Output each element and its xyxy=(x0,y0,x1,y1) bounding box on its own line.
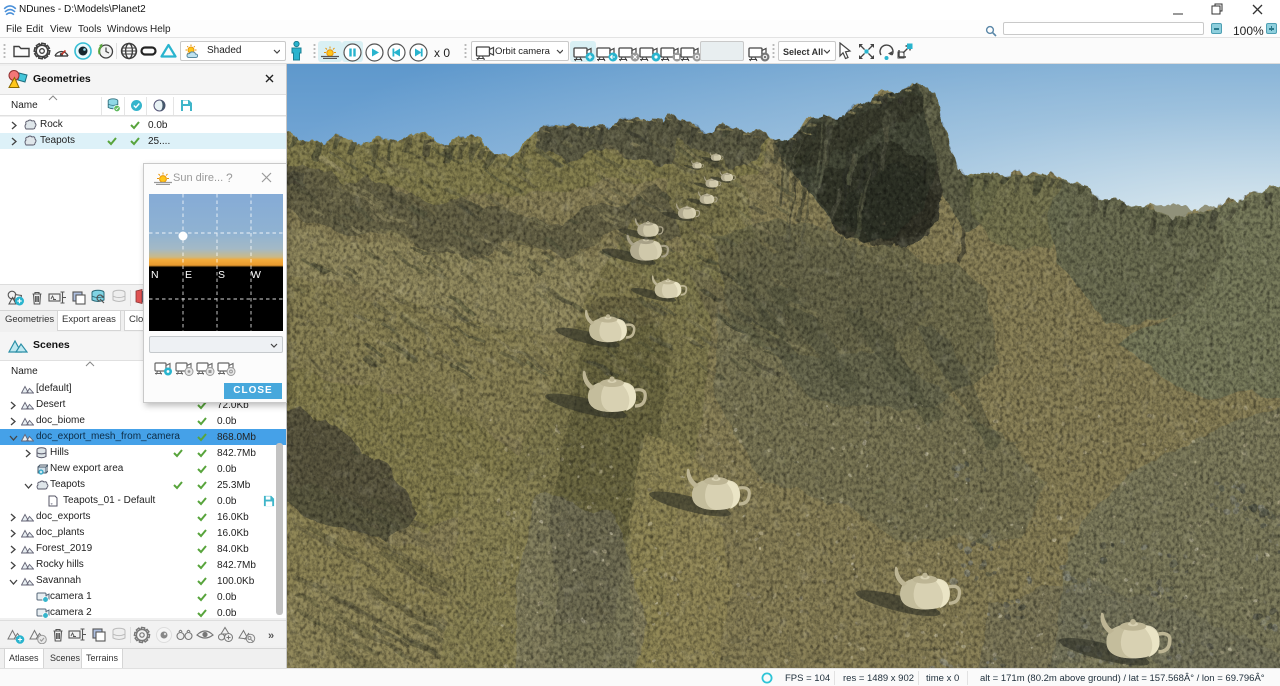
svg-text:N: N xyxy=(151,269,159,281)
svg-text:W: W xyxy=(251,269,261,281)
svg-text:S: S xyxy=(218,269,225,281)
svg-text:E: E xyxy=(185,269,192,281)
